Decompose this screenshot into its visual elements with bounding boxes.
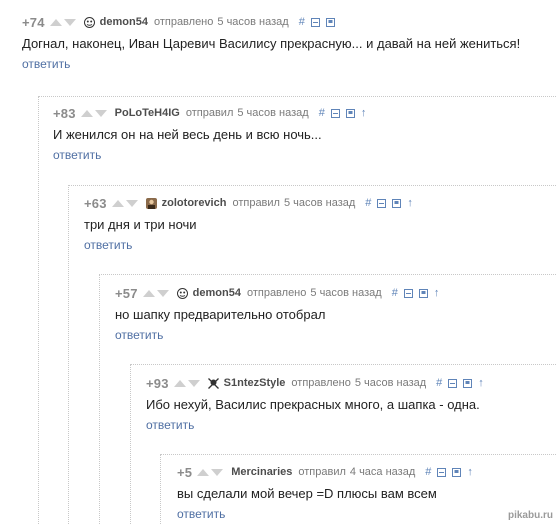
comment-action: отправил [298, 466, 346, 478]
vote-down-icon[interactable] [156, 289, 169, 297]
comment-action: отправил [232, 197, 280, 209]
hash-icon[interactable]: # [365, 197, 371, 209]
comment: +93 S1ntezStyle отправлено 5 часов назад… [146, 373, 557, 443]
vote-up-icon[interactable] [49, 18, 62, 26]
comment: +5 Mercinaries отправил 4 часа назад # ↑… [177, 462, 557, 524]
hash-icon[interactable]: # [425, 466, 431, 478]
comment-author[interactable]: Mercinaries [231, 466, 292, 478]
comment-action: отправил [185, 107, 234, 119]
comment-rating: +63 [84, 195, 107, 211]
avatar [176, 287, 188, 299]
comment-time[interactable]: 5 часов назад [237, 107, 308, 119]
comment-author[interactable]: demon54 [193, 287, 241, 299]
comment-author[interactable]: S1ntezStyle [224, 377, 286, 389]
comment-time[interactable]: 5 часов назад [310, 287, 381, 299]
comment-time[interactable]: 4 часа назад [350, 466, 415, 478]
comment-rating: +57 [115, 285, 138, 301]
minus-box-icon[interactable] [330, 108, 340, 118]
comment-header: +74 demon54 отправлено 5 часов назад # [22, 12, 341, 32]
vote-down-icon[interactable] [94, 109, 107, 117]
arrow-up-icon[interactable]: ↑ [407, 197, 413, 209]
comment-time[interactable]: 5 часов назад [284, 197, 355, 209]
comment-header: +5 Mercinaries отправил 4 часа назад # ↑ [177, 462, 479, 482]
vote-down-icon[interactable] [63, 18, 76, 26]
comment-header: +63 zolotorevich отправил 5 часов назад … [84, 193, 419, 213]
arrow-up-icon[interactable]: ↑ [434, 287, 440, 299]
comment-text: Ибо нехуй, Василис прекрасных много, а ш… [146, 397, 480, 412]
comment-header: +83 PoLoTeH4IG отправил 5 часов назад # … [53, 103, 372, 123]
vote-up-icon[interactable] [111, 199, 124, 207]
avatar [83, 16, 95, 28]
bookmark-icon[interactable] [463, 378, 473, 388]
comment-action: отправлено [246, 287, 307, 299]
reply-link[interactable]: ответить [177, 507, 225, 521]
reply-link[interactable]: ответить [115, 328, 163, 342]
vote-up-icon[interactable] [80, 109, 93, 117]
avatar [145, 197, 157, 209]
minus-box-icon[interactable] [448, 378, 458, 388]
vote-up-icon[interactable] [142, 289, 155, 297]
comment-rating: +93 [146, 375, 169, 391]
reply-link[interactable]: ответить [53, 148, 101, 162]
comment-rating: +5 [177, 464, 193, 480]
vote-down-icon[interactable] [211, 468, 224, 476]
minus-box-icon[interactable] [403, 288, 413, 298]
comment-author[interactable]: zolotorevich [162, 197, 227, 209]
arrow-up-icon[interactable]: ↑ [478, 377, 484, 389]
comment-text: Догнал, наконец, Иван Царевич Василису п… [22, 36, 521, 51]
comment-time[interactable]: 5 часов назад [355, 377, 426, 389]
hash-icon[interactable]: # [392, 287, 398, 299]
watermark: pikabu.ru [507, 510, 553, 521]
comment: +63 zolotorevich отправил 5 часов назад … [84, 193, 557, 263]
comment-text: вы сделали мой вечер =D плюсы вам всем [177, 486, 437, 501]
bookmark-icon[interactable] [325, 17, 335, 27]
bookmark-icon[interactable] [452, 467, 462, 477]
comment-action: отправлено [153, 16, 214, 28]
comment-time[interactable]: 5 часов назад [217, 16, 288, 28]
hash-icon[interactable]: # [319, 107, 325, 119]
comment-text: три дня и три ночи [84, 217, 197, 232]
reply-link[interactable]: ответить [84, 238, 132, 252]
comment-rating: +74 [22, 14, 45, 30]
reply-link[interactable]: ответить [22, 57, 70, 71]
minus-box-icon[interactable] [437, 467, 447, 477]
minus-box-icon[interactable] [377, 198, 387, 208]
comment-rating: +83 [53, 105, 76, 121]
comment-action: отправлено [291, 377, 351, 389]
comment-header: +93 S1ntezStyle отправлено 5 часов назад… [146, 373, 490, 393]
bookmark-icon[interactable] [345, 108, 355, 118]
bookmark-icon[interactable] [392, 198, 402, 208]
comment-author[interactable]: demon54 [100, 16, 148, 28]
vote-down-icon[interactable] [125, 199, 138, 207]
comment-header: +57 demon54 отправлено 5 часов назад # ↑ [115, 283, 445, 303]
vote-up-icon[interactable] [197, 468, 210, 476]
vote-down-icon[interactable] [187, 379, 200, 387]
minus-box-icon[interactable] [310, 17, 320, 27]
arrow-up-icon[interactable]: ↑ [467, 466, 473, 478]
comment: +74 demon54 отправлено 5 часов назад # Д… [22, 12, 557, 82]
comment: +83 PoLoTeH4IG отправил 5 часов назад # … [53, 103, 557, 173]
avatar [207, 377, 219, 389]
reply-link[interactable]: ответить [146, 418, 194, 432]
arrow-up-icon[interactable]: ↑ [361, 107, 367, 119]
hash-icon[interactable]: # [436, 377, 442, 389]
comment-text: И женился он на ней весь день и всю ночь… [53, 127, 322, 142]
bookmark-icon[interactable] [418, 288, 428, 298]
comment-author[interactable]: PoLoTeH4IG [115, 107, 180, 119]
hash-icon[interactable]: # [299, 16, 305, 28]
comment: +57 demon54 отправлено 5 часов назад # ↑… [115, 283, 557, 353]
comment-text: но шапку предварительно отобрал [115, 307, 326, 322]
vote-up-icon[interactable] [173, 379, 186, 387]
